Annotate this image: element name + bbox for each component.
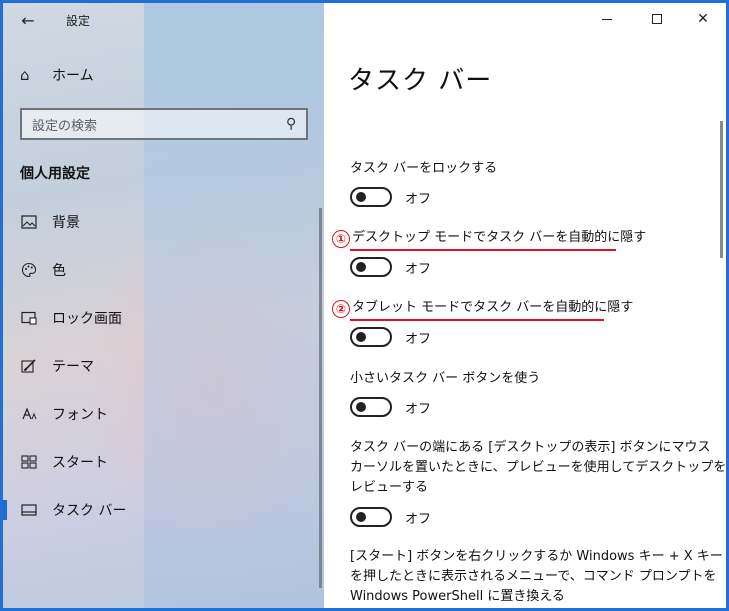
setting-label-autohide-tablet: ② タブレット モードでタスク バーを自動的に隠す — [332, 298, 633, 318]
main-pane: ✕ タスク バー タスク バーをロックする オフ ① デスクトップ モードでタスク… — [324, 3, 726, 608]
sidebar-item-background[interactable]: 背景 — [3, 198, 324, 246]
autohide-tablet-toggle[interactable] — [350, 327, 392, 347]
annotation-marker-2: ② — [332, 300, 350, 318]
start-tiles-icon — [20, 453, 38, 471]
main-scrollbar-thumb[interactable] — [720, 121, 723, 258]
small-buttons-toggle[interactable] — [350, 397, 392, 417]
sidebar-item-themes[interactable]: テーマ — [3, 342, 324, 390]
annotation-underline-2 — [350, 319, 604, 321]
font-icon — [20, 405, 38, 423]
setting-text-line: タスク バーの端にある [デスクトップの表示] ボタンにマウス — [350, 440, 711, 455]
setting-text-line: レビューする — [350, 480, 429, 495]
page-title: タスク バー — [348, 66, 493, 96]
annotation-marker-1: ① — [332, 230, 350, 248]
setting-text: デスクトップ モードでタスク バーを自動的に隠す — [352, 230, 647, 245]
peek-toggle-row[interactable]: オフ — [350, 507, 431, 527]
palette-icon — [20, 261, 38, 279]
sidebar-item-label: スタート — [52, 455, 108, 471]
small-buttons-toggle-row[interactable]: オフ — [350, 397, 431, 417]
minimize-button[interactable] — [584, 3, 630, 35]
lock-taskbar-toggle[interactable] — [350, 187, 392, 207]
search-icon[interactable]: ⚲ — [286, 116, 296, 132]
sidebar-item-fonts[interactable]: フォント — [3, 390, 324, 438]
home-label: ホーム — [52, 68, 94, 84]
setting-label-peek: タスク バーの端にある [デスクトップの表示] ボタンにマウス カーソルを置いた… — [350, 438, 726, 498]
toggle-state-label: オフ — [405, 261, 432, 277]
sidebar-nav: 背景 色 ロック画面 テーマ フォント スタート タスク バー — [3, 198, 324, 534]
app-title: 設定 — [66, 14, 91, 28]
section-title: 個人用設定 — [20, 166, 90, 182]
home-icon: ⌂ — [20, 66, 30, 84]
home-nav-item[interactable]: ⌂ ホーム — [20, 65, 94, 85]
search-placeholder: 設定の検索 — [32, 118, 98, 134]
peek-toggle[interactable] — [350, 507, 392, 527]
close-button[interactable]: ✕ — [680, 3, 726, 35]
annotation-underline-1 — [350, 249, 616, 251]
setting-label-autohide-desktop: ① デスクトップ モードでタスク バーを自動的に隠す — [332, 228, 646, 248]
sidebar-item-label: 背景 — [52, 215, 80, 231]
theme-brush-icon — [20, 357, 38, 375]
autohide-desktop-toggle-row[interactable]: オフ — [350, 257, 431, 277]
setting-label-powershell: [スタート] ボタンを右クリックするか Windows キー + X キー を押… — [350, 547, 723, 607]
lock-screen-icon — [20, 309, 38, 327]
back-arrow-icon[interactable]: ← — [17, 9, 39, 31]
sidebar-item-taskbar[interactable]: タスク バー — [3, 486, 324, 534]
taskbar-icon — [20, 501, 38, 519]
setting-text: タブレット モードでタスク バーを自動的に隠す — [352, 300, 634, 315]
maximize-icon — [652, 14, 662, 24]
setting-text-line: カーソルを置いたときに、プレビューを使用してデスクトップをプ — [350, 460, 726, 475]
sidebar-item-label: 色 — [52, 263, 66, 279]
toggle-state-label: オフ — [405, 191, 432, 207]
settings-window: ← 設定 ⌂ ホーム 設定の検索 ⚲ 個人用設定 背景 色 ロック画面 テーマ … — [3, 3, 726, 608]
toggle-state-label: オフ — [405, 401, 432, 417]
sidebar-item-start[interactable]: スタート — [3, 438, 324, 486]
sidebar-item-label: フォント — [52, 407, 108, 423]
settings-search-box[interactable]: 設定の検索 ⚲ — [20, 108, 308, 140]
setting-text-line: [スタート] ボタンを右クリックするか Windows キー + X キー — [350, 549, 723, 564]
setting-text-line: を押したときに表示されるメニューで、コマンド プロンプトを — [350, 569, 717, 584]
setting-label-lock-taskbar: タスク バーをロックする — [350, 161, 498, 176]
close-icon: ✕ — [697, 11, 709, 27]
lock-taskbar-toggle-row[interactable]: オフ — [350, 187, 431, 207]
minimize-icon — [602, 18, 612, 20]
sidebar-item-label: ロック画面 — [52, 311, 122, 327]
setting-text-line: Windows PowerShell に置き換える — [350, 589, 565, 604]
autohide-tablet-toggle-row[interactable]: オフ — [350, 327, 431, 347]
autohide-desktop-toggle[interactable] — [350, 257, 392, 277]
sidebar-item-lock-screen[interactable]: ロック画面 — [3, 294, 324, 342]
toggle-state-label: オフ — [405, 511, 432, 527]
sidebar: ← 設定 ⌂ ホーム 設定の検索 ⚲ 個人用設定 背景 色 ロック画面 テーマ … — [3, 3, 324, 608]
sidebar-item-label: テーマ — [52, 359, 94, 375]
sidebar-scrollbar[interactable] — [319, 208, 322, 588]
maximize-button[interactable] — [634, 3, 680, 35]
toggle-state-label: オフ — [405, 331, 432, 347]
sidebar-item-color[interactable]: 色 — [3, 246, 324, 294]
setting-label-small-buttons: 小さいタスク バー ボタンを使う — [350, 371, 541, 386]
sidebar-item-label: タスク バー — [52, 503, 127, 519]
picture-icon — [20, 213, 38, 231]
